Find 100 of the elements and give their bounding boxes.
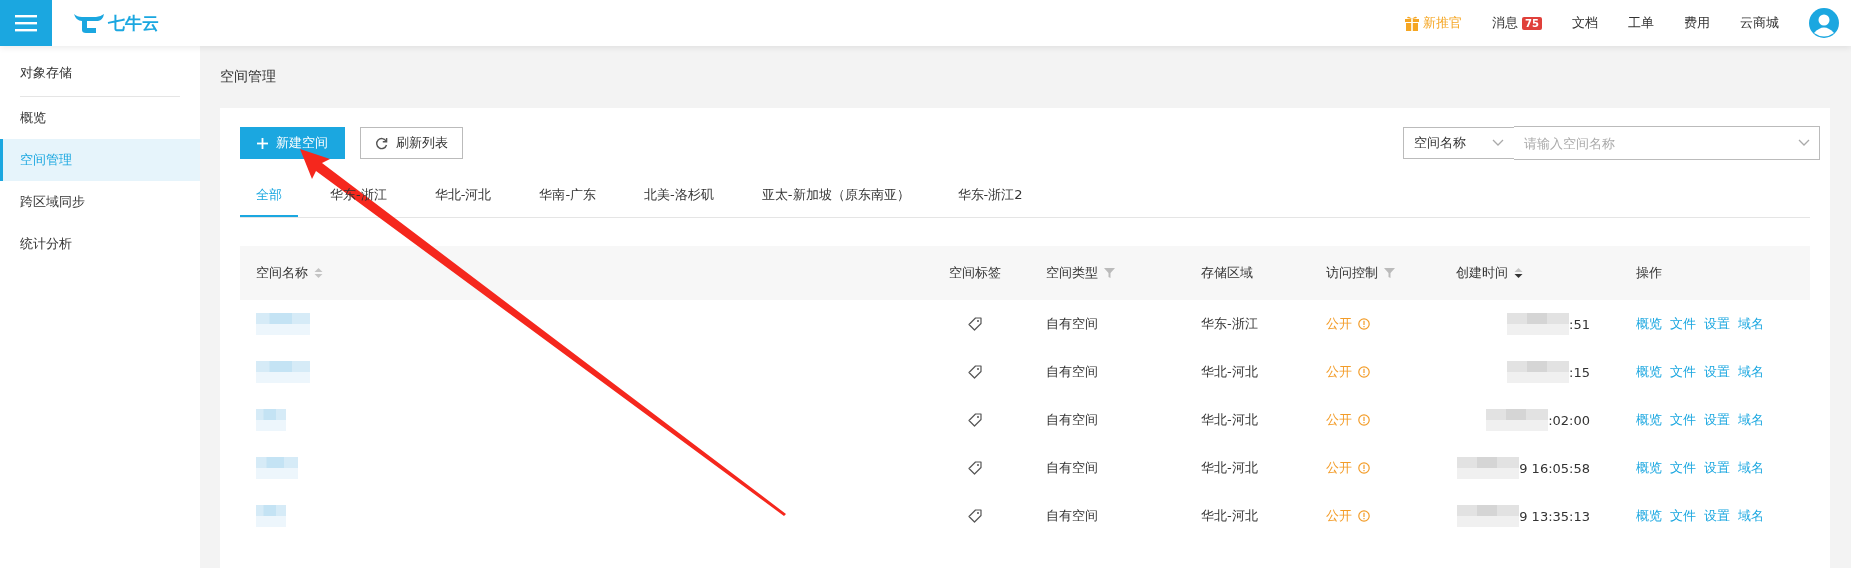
action-link[interactable]: 概览 xyxy=(1636,363,1662,381)
sidebar-heading: 对象存储 xyxy=(20,52,180,97)
redacted-text xyxy=(1507,313,1570,335)
action-link[interactable]: 设置 xyxy=(1704,411,1730,429)
table-cell-text: 自有空间 xyxy=(1045,363,1099,381)
action-link[interactable]: 域名 xyxy=(1738,363,1764,381)
redacted-text xyxy=(1457,457,1520,479)
column-header: 访问控制 xyxy=(1326,264,1378,282)
sidebar-item[interactable]: 统计分析 xyxy=(0,223,200,265)
table-cell-text: 自有空间 xyxy=(1045,315,1099,333)
messages-link[interactable]: 消息 75 xyxy=(1492,14,1542,32)
table-cell-text: 自有空间 xyxy=(1045,411,1099,429)
action-link[interactable]: 文件 xyxy=(1670,315,1696,333)
redacted-text xyxy=(1486,409,1549,431)
gift-icon xyxy=(1405,15,1420,31)
redacted-text xyxy=(256,457,298,479)
action-link[interactable]: 域名 xyxy=(1738,411,1764,429)
warning-icon[interactable] xyxy=(1358,318,1370,330)
search-field[interactable]: 请输入空间名称 xyxy=(1514,126,1820,160)
table-cell: :15 xyxy=(1569,364,1590,380)
action-link[interactable]: 域名 xyxy=(1738,459,1764,477)
column-header: 空间类型 xyxy=(1046,264,1098,282)
table-cell-text: 华北-河北 xyxy=(1200,459,1259,477)
refresh-button[interactable]: 刷新列表 xyxy=(360,127,463,159)
region-tab[interactable]: 亚太-新加坡（原东南亚） xyxy=(745,176,926,217)
action-link[interactable]: 文件 xyxy=(1670,507,1696,525)
action-link[interactable]: 域名 xyxy=(1738,315,1764,333)
warning-icon[interactable] xyxy=(1358,414,1370,426)
tag-icon[interactable] xyxy=(968,317,982,331)
warning-icon[interactable] xyxy=(1358,462,1370,474)
sidebar-item[interactable]: 跨区域同步 xyxy=(0,181,200,223)
action-link[interactable]: 设置 xyxy=(1704,507,1730,525)
filter-icon[interactable] xyxy=(1384,268,1395,278)
column-header: 存储区域 xyxy=(1201,264,1253,282)
tag-icon[interactable] xyxy=(968,413,982,427)
column-header: 空间标签 xyxy=(949,264,1001,282)
region-tab[interactable]: 北美-洛杉矶 xyxy=(628,176,730,217)
access-status: 公开 xyxy=(1326,315,1352,333)
warning-icon[interactable] xyxy=(1358,366,1370,378)
table-cell: 9 13:35:13 xyxy=(1519,508,1590,524)
chevron-icon xyxy=(1492,139,1504,147)
sidebar-item[interactable]: 空间管理 xyxy=(0,139,200,181)
table-cell-text: 华东-浙江 xyxy=(1200,315,1259,333)
page-title: 空间管理 xyxy=(220,67,277,86)
nav-link[interactable]: 工单 xyxy=(1628,14,1654,32)
access-status: 公开 xyxy=(1326,459,1352,477)
table-cell: :02:00 xyxy=(1548,412,1590,428)
tag-icon[interactable] xyxy=(968,461,982,475)
table-cell-text: 自有空间 xyxy=(1045,459,1099,477)
access-status: 公开 xyxy=(1326,507,1352,525)
redacted-text xyxy=(256,409,286,431)
region-tab[interactable]: 华南-广东 xyxy=(523,176,613,217)
column-header: 创建时间 xyxy=(1456,264,1508,282)
table-cell-text: 华北-河北 xyxy=(1200,411,1259,429)
region-tab[interactable]: 华东-浙江2 xyxy=(941,176,1039,217)
column-header: 操作 xyxy=(1636,264,1662,282)
table-cell-text: 华北-河北 xyxy=(1200,507,1259,525)
region-tab[interactable]: 华北-河北 xyxy=(418,176,508,217)
column-header: 空间名称 xyxy=(256,264,308,282)
action-link[interactable]: 概览 xyxy=(1636,315,1662,333)
action-link[interactable]: 设置 xyxy=(1704,459,1730,477)
menu-icon xyxy=(15,14,37,32)
action-link[interactable]: 设置 xyxy=(1704,363,1730,381)
plus-icon xyxy=(257,137,268,149)
promo-link[interactable]: 新推官 xyxy=(1405,14,1463,32)
redacted-text xyxy=(1507,361,1570,383)
action-link[interactable]: 文件 xyxy=(1670,363,1696,381)
sidebar-item[interactable]: 概览 xyxy=(0,97,200,139)
logo-text[interactable]: 七牛云 xyxy=(108,11,159,35)
table-cell-text: 自有空间 xyxy=(1045,507,1099,525)
redacted-text xyxy=(1457,505,1520,527)
action-link[interactable]: 概览 xyxy=(1636,459,1662,477)
redacted-text xyxy=(256,313,310,335)
tag-icon[interactable] xyxy=(968,509,982,523)
create-button[interactable]: 新建空间 xyxy=(240,127,345,159)
action-link[interactable]: 文件 xyxy=(1670,459,1696,477)
nav-link[interactable]: 云商城 xyxy=(1740,14,1779,32)
sort-icon[interactable] xyxy=(1514,267,1523,279)
redacted-text xyxy=(256,361,310,383)
action-link[interactable]: 概览 xyxy=(1636,507,1662,525)
action-link[interactable]: 概览 xyxy=(1636,411,1662,429)
count-badge: 75 xyxy=(1522,16,1542,30)
tag-icon[interactable] xyxy=(968,365,982,379)
filter-icon[interactable] xyxy=(1104,268,1115,278)
refresh-icon xyxy=(375,136,388,150)
menu-button[interactable] xyxy=(0,0,52,46)
nav-link[interactable]: 文档 xyxy=(1572,14,1598,32)
redacted-text xyxy=(256,505,286,527)
warning-icon[interactable] xyxy=(1358,510,1370,522)
action-link[interactable]: 域名 xyxy=(1738,507,1764,525)
nav-link[interactable]: 费用 xyxy=(1684,14,1710,32)
action-link[interactable]: 设置 xyxy=(1704,315,1730,333)
table-cell-text: 华北-河北 xyxy=(1200,363,1259,381)
filter-select[interactable]: 空间名称 xyxy=(1403,127,1515,159)
table-cell: 9 16:05:58 xyxy=(1519,460,1590,476)
action-link[interactable]: 文件 xyxy=(1670,411,1696,429)
access-status: 公开 xyxy=(1326,363,1352,381)
region-tab[interactable]: 全部 xyxy=(240,176,298,217)
avatar-icon[interactable] xyxy=(1809,8,1839,38)
table-cell: :51 xyxy=(1569,316,1590,332)
